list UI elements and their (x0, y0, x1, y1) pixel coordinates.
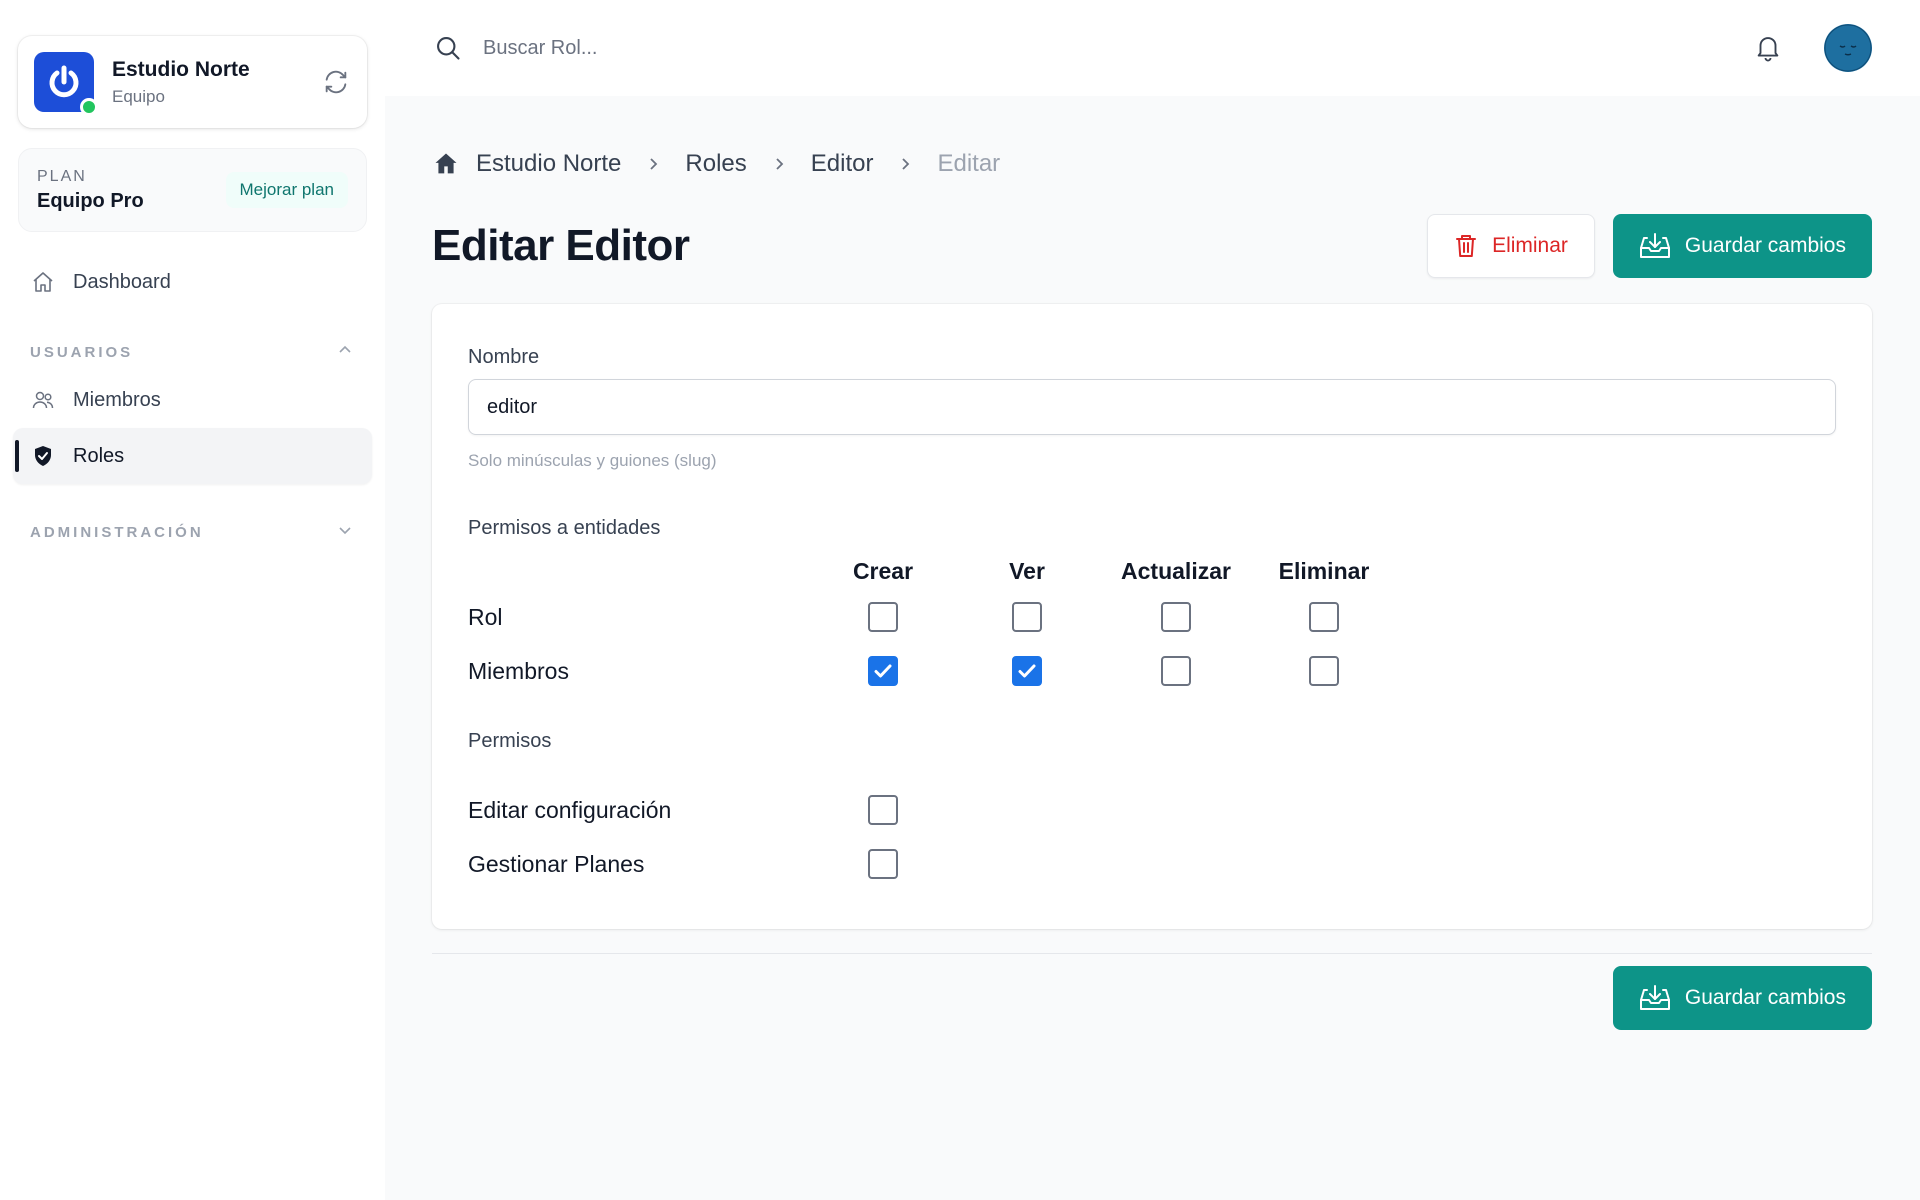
entity-row-rol: Rol (468, 590, 1836, 644)
chevron-up-icon (337, 342, 353, 362)
search-input[interactable] (483, 36, 1083, 60)
home-icon (31, 270, 55, 294)
home-icon[interactable] (432, 150, 460, 178)
avatar[interactable] (1824, 24, 1872, 72)
power-icon (49, 65, 79, 98)
breadcrumb-item-editor[interactable]: Editor (811, 150, 874, 178)
checkbox-rol-view[interactable] (1012, 602, 1042, 632)
permissions-label: Permisos (468, 730, 552, 752)
sidebar-item-members[interactable]: Miembros (13, 372, 372, 428)
sidebar-item-dashboard[interactable]: Dashboard (13, 254, 372, 310)
sidebar-item-label: Roles (73, 444, 125, 467)
save-button-label: Guardar cambios (1684, 986, 1846, 1009)
delete-button-label: Eliminar (1492, 234, 1568, 257)
bell-icon[interactable] (1752, 32, 1784, 64)
inbox-download-icon (1639, 984, 1671, 1012)
entity-row-label: Rol (468, 603, 503, 630)
plan-card: PLAN Equipo Pro Mejorar plan (18, 148, 367, 232)
checkbox-rol-delete[interactable] (1309, 602, 1339, 632)
checkbox-miembros-create[interactable] (868, 656, 898, 686)
permission-label: Gestionar Planes (468, 850, 645, 877)
chevron-down-icon (337, 522, 353, 542)
page-title: Editar Editor (432, 221, 690, 270)
save-button-label: Guardar cambios (1684, 234, 1846, 257)
nav-section-label: ADMINISTRACIÓN (30, 523, 204, 541)
plan-name: Equipo Pro (37, 189, 144, 212)
nav-section-label: USUARIOS (30, 343, 134, 361)
permission-label: Editar configuración (468, 796, 672, 823)
plan-label: PLAN (37, 167, 87, 185)
check-icon (874, 664, 892, 678)
checkbox-miembros-view[interactable] (1012, 656, 1042, 686)
column-header-create: Crear (852, 557, 914, 584)
sidebar-item-roles[interactable]: Roles (13, 428, 372, 484)
save-button-bottom[interactable]: Guardar cambios (1612, 966, 1872, 1030)
sidebar-item-label: Dashboard (73, 270, 171, 293)
column-header-view: Ver (1009, 557, 1045, 584)
chevron-right-icon (897, 156, 913, 172)
breadcrumb-item-current: Editar (937, 150, 1001, 177)
divider (432, 953, 1872, 954)
nav-section-users[interactable]: USUARIOS (12, 332, 373, 372)
team-name: Estudio Norte (112, 57, 250, 81)
chevron-right-icon (771, 156, 787, 172)
shield-check-icon (31, 444, 55, 468)
main-content: Estudio Norte Roles Editor Editar Editar… (432, 96, 1872, 1030)
permission-row-edit-config: Editar configuración (468, 783, 1836, 837)
trash-icon (1454, 233, 1478, 259)
upgrade-plan-button[interactable]: Mejorar plan (225, 172, 348, 208)
sidebar: Estudio Norte Equipo PLAN Equipo Pro Mej… (0, 0, 385, 1200)
breadcrumb-item-team[interactable]: Estudio Norte (476, 150, 621, 178)
save-button[interactable]: Guardar cambios (1612, 214, 1872, 278)
sidebar-item-label: Miembros (73, 388, 161, 411)
sidebar-nav: Dashboard USUARIOS Miembros Roles ADMINI… (12, 254, 373, 552)
name-input[interactable] (468, 379, 1836, 435)
column-header-delete: Eliminar (1278, 557, 1370, 584)
checkbox-miembros-update[interactable] (1161, 656, 1191, 686)
entity-permissions-label: Permisos a entidades (468, 517, 661, 539)
search-icon (433, 33, 463, 63)
checkbox-rol-update[interactable] (1161, 602, 1191, 632)
name-hint: Solo minúsculas y guiones (slug) (468, 451, 717, 470)
breadcrumb-item-roles[interactable]: Roles (685, 150, 746, 178)
checkbox-manage-plans[interactable] (868, 849, 898, 879)
checkbox-edit-config[interactable] (868, 795, 898, 825)
name-label: Nombre (468, 346, 540, 368)
online-status-dot (80, 98, 98, 116)
checkbox-rol-create[interactable] (868, 602, 898, 632)
chevron-right-icon (645, 156, 661, 172)
avatar-face-icon (1824, 24, 1872, 72)
team-logo (34, 52, 98, 116)
inbox-download-icon (1639, 232, 1671, 260)
role-form: Nombre Solo minúsculas y guiones (slug) … (432, 304, 1872, 929)
breadcrumb: Estudio Norte Roles Editor Editar (432, 148, 1872, 180)
entity-row-miembros: Miembros (468, 644, 1836, 698)
topbar (385, 0, 1920, 96)
entity-row-label: Miembros (468, 657, 569, 684)
entity-permissions-grid: Crear Ver Actualizar Eliminar Rol Miembr… (468, 552, 1836, 698)
permission-row-manage-plans: Gestionar Planes (468, 837, 1836, 891)
checkbox-miembros-delete[interactable] (1309, 656, 1339, 686)
check-icon (1018, 664, 1036, 678)
permissions-list: Editar configuración Gestionar Planes (468, 783, 1836, 891)
team-switcher[interactable]: Estudio Norte Equipo (18, 36, 367, 128)
delete-button[interactable]: Eliminar (1427, 214, 1595, 278)
column-header-update: Actualizar (1121, 557, 1231, 584)
team-type: Equipo (112, 86, 165, 106)
nav-section-admin[interactable]: ADMINISTRACIÓN (12, 512, 373, 552)
switch-team-icon[interactable] (321, 67, 351, 97)
users-icon (31, 388, 55, 412)
